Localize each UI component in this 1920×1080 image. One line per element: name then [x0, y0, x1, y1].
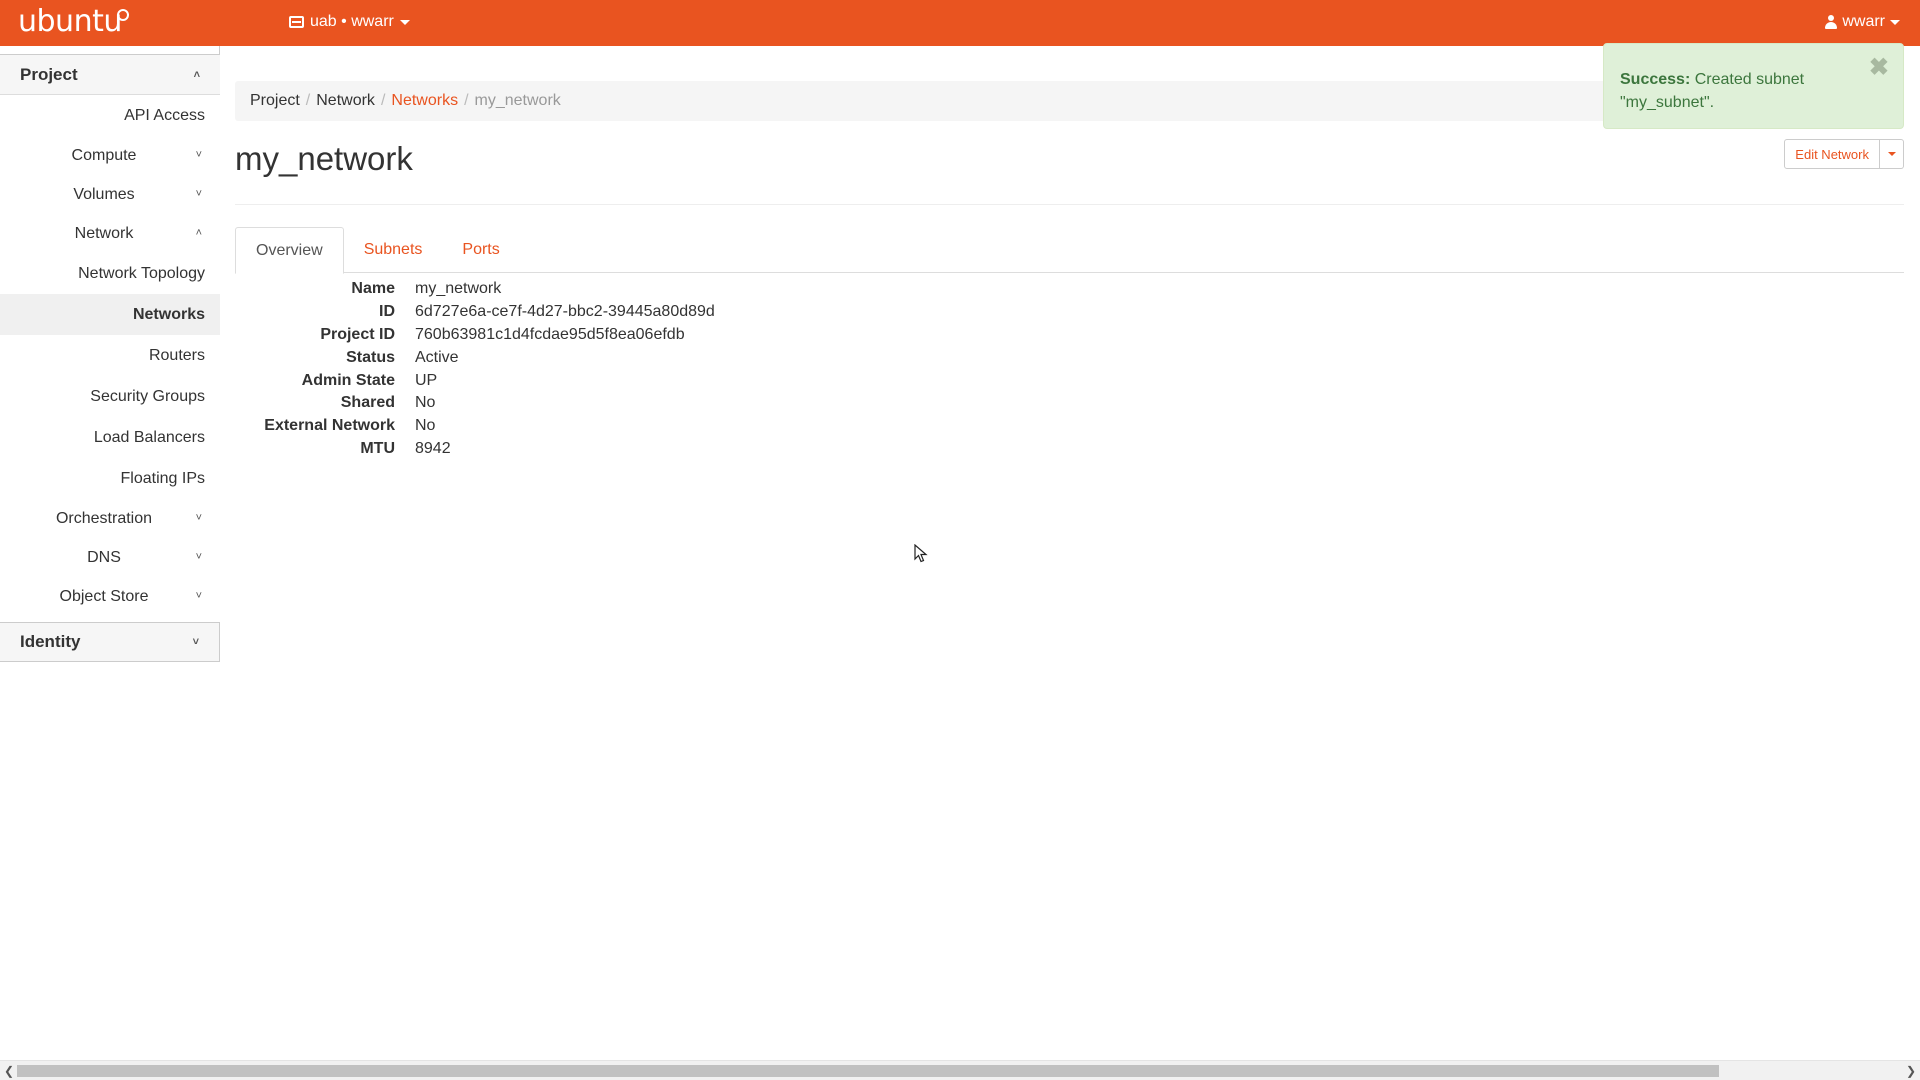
chevron-down-icon: ˅ — [195, 188, 202, 200]
sidebar-group-label: Object Store — [59, 587, 149, 605]
sidebar-item-api-access[interactable]: API Access — [0, 95, 220, 136]
project-switcher-label: uab • wwarr — [310, 13, 394, 30]
sidebar-item-networks[interactable]: Networks — [0, 294, 220, 335]
chevron-down-icon: ˅ — [195, 149, 202, 161]
caret-down-icon — [1890, 19, 1900, 25]
sidebar-group-label: Orchestration — [55, 509, 153, 527]
success-alert: Success: Created subnet "my_subnet". ✖ — [1603, 43, 1904, 129]
breadcrumb-networks-link[interactable]: Networks — [391, 92, 458, 110]
sidebar: Project ˄ API Access Compute ˅ Volumes ˅ Netw… — [0, 46, 220, 662]
sidebar-group-compute[interactable]: Compute ˅ — [0, 136, 220, 175]
brand-logo[interactable]: ubuntu — [18, 4, 122, 39]
table-icon — [289, 16, 304, 28]
sidebar-group-label: Compute — [71, 146, 137, 164]
close-icon[interactable]: ✖ — [1869, 56, 1889, 80]
page-title: my_network — [235, 140, 413, 177]
detail-tabs: Overview Subnets Ports — [235, 227, 1904, 274]
edit-network-button[interactable]: Edit Network — [1784, 139, 1880, 169]
breadcrumb-separator: / — [380, 92, 386, 109]
sidebar-section-project[interactable]: Project ˄ — [0, 55, 220, 95]
tab-overview[interactable]: Overview — [235, 227, 344, 274]
network-details: Name my_network ID 6d727e6a-ce7f-4d27-bbc2-… — [235, 278, 715, 460]
detail-row-id: ID 6d727e6a-ce7f-4d27-bbc2-39445a80d89d — [235, 301, 715, 324]
detail-label: Shared — [340, 394, 395, 412]
tab-subnets[interactable]: Subnets — [344, 227, 443, 273]
edit-network-button-group: Edit Network — [1784, 139, 1904, 169]
project-switcher[interactable]: uab • wwarr — [289, 13, 410, 31]
caret-down-icon — [399, 19, 410, 25]
sidebar-group-object-store[interactable]: Object Store ˅ — [0, 577, 220, 616]
sidebar-item-routers[interactable]: Routers — [0, 335, 220, 376]
detail-value: 6d727e6a-ce7f-4d27-bbc2-39445a80d89d — [415, 303, 715, 321]
breadcrumb-separator: / — [305, 92, 311, 109]
user-menu[interactable]: wwarr — [1825, 13, 1900, 31]
chevron-down-icon: ˅ — [195, 590, 202, 602]
tab-ports[interactable]: Ports — [442, 227, 519, 273]
sidebar-group-volumes[interactable]: Volumes ˅ — [0, 175, 220, 214]
detail-label: External Network — [264, 417, 395, 435]
scrollbar-thumb[interactable] — [17, 1065, 1719, 1077]
sidebar-group-label: Volumes — [73, 185, 135, 203]
mouse-cursor-icon — [914, 544, 928, 563]
chevron-up-icon: ˄ — [193, 68, 200, 81]
breadcrumb-current: my_network — [474, 92, 561, 109]
scroll-right-icon[interactable]: ❯ — [1906, 1064, 1916, 1078]
detail-row-admin-state: Admin State UP — [235, 369, 715, 392]
detail-row-name: Name my_network — [235, 278, 715, 301]
alert-title: Success: — [1620, 71, 1691, 88]
detail-row-external-network: External Network No — [235, 415, 715, 438]
detail-value: UP — [415, 371, 438, 389]
sidebar-section-label: Identity — [20, 632, 81, 651]
detail-label: Project ID — [320, 325, 395, 343]
top-navbar: ubuntu uab • wwarr wwarr — [0, 0, 1920, 46]
caret-down-icon — [1887, 152, 1896, 156]
sidebar-group-label: Network — [74, 224, 134, 242]
detail-label: Status — [346, 348, 395, 366]
chevron-down-icon: ˅ — [192, 636, 199, 648]
ubuntu-circle-icon — [117, 9, 129, 21]
sidebar-item-load-balancers[interactable]: Load Balancers — [0, 417, 220, 458]
user-icon — [1825, 15, 1838, 29]
chevron-down-icon: ˅ — [195, 551, 202, 563]
detail-value: 8942 — [415, 439, 451, 457]
chevron-up-icon: ˄ — [195, 227, 202, 239]
detail-row-status: Status Active — [235, 346, 715, 369]
sidebar-item-security-groups[interactable]: Security Groups — [0, 376, 220, 417]
detail-label: ID — [379, 303, 395, 321]
detail-value: Active — [415, 348, 459, 366]
sidebar-item-floating-ips[interactable]: Floating IPs — [0, 458, 220, 499]
detail-row-mtu: MTU 8942 — [235, 438, 715, 461]
sidebar-group-network[interactable]: Network ˄ — [0, 214, 220, 253]
scroll-left-icon[interactable]: ❮ — [4, 1064, 14, 1078]
detail-label: MTU — [360, 439, 395, 457]
sidebar-group-dns[interactable]: DNS ˅ — [0, 538, 220, 577]
breadcrumb-network: Network — [316, 92, 375, 109]
sidebar-group-label: DNS — [87, 548, 121, 566]
detail-value: 760b63981c1d4fcdae95d5f8ea06efdb — [415, 325, 685, 343]
sidebar-item-network-topology[interactable]: Network Topology — [0, 253, 220, 294]
actions-dropdown-toggle[interactable] — [1880, 139, 1904, 169]
detail-row-shared: Shared No — [235, 392, 715, 415]
sidebar-section-label: Project — [20, 64, 78, 84]
breadcrumb-separator: / — [464, 92, 469, 109]
user-menu-label: wwarr — [1842, 13, 1885, 30]
detail-label: Admin State — [301, 371, 395, 389]
sidebar-section-identity[interactable]: Identity ˅ — [0, 622, 220, 662]
sidebar-divider — [0, 46, 220, 55]
detail-row-project-id: Project ID 760b63981c1d4fcdae95d5f8ea06ef… — [235, 324, 715, 347]
detail-value: my_network — [415, 280, 502, 298]
breadcrumb-project: Project — [250, 92, 300, 109]
detail-value: No — [415, 417, 436, 435]
sidebar-group-orchestration[interactable]: Orchestration ˅ — [0, 499, 220, 538]
title-divider — [235, 204, 1904, 205]
detail-label: Name — [351, 280, 395, 298]
horizontal-scrollbar[interactable]: ❮ ❯ — [0, 1060, 1920, 1080]
detail-value: No — [415, 394, 436, 412]
chevron-down-icon: ˅ — [195, 512, 202, 524]
